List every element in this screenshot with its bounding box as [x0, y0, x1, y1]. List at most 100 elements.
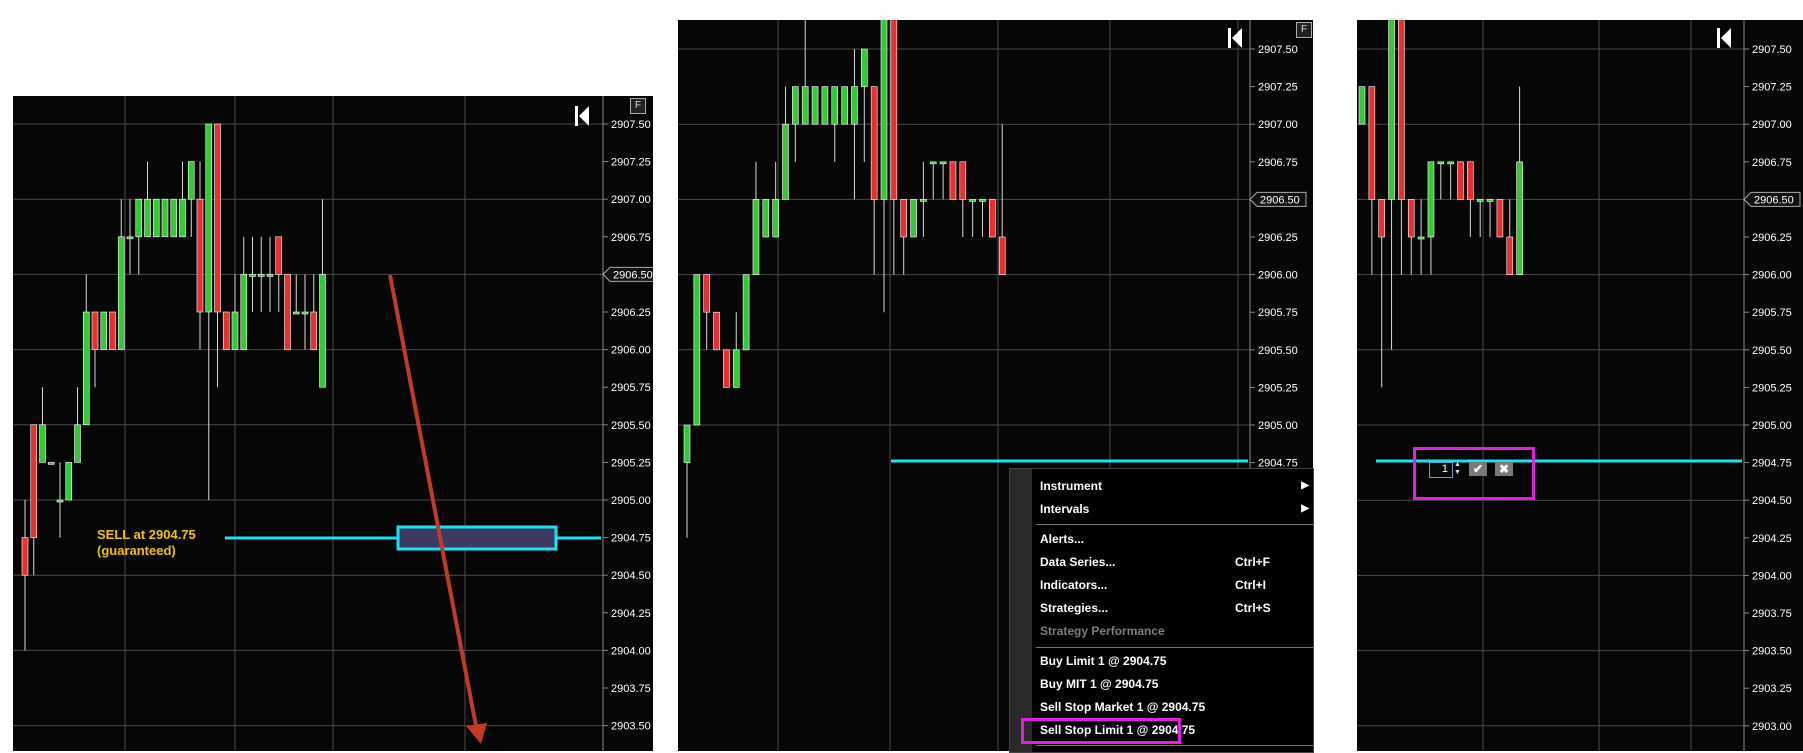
skip-to-start-icon — [1228, 28, 1242, 48]
candle-bullish — [811, 86, 819, 125]
price-axis-label: 2903.50 — [611, 721, 651, 733]
candle-bullish — [762, 199, 770, 238]
candle-bullish — [319, 274, 326, 388]
candle-bearish — [30, 424, 38, 538]
menu-icon-strip — [1010, 469, 1032, 752]
menu-item-data-series[interactable]: Data Series... Ctrl+F — [1040, 552, 1313, 572]
price-axis-label: 2903.50 — [1752, 646, 1792, 658]
annotation-line-1: SELL at 2904.75 — [97, 527, 196, 542]
chart-panel-left[interactable]: 2907.50 2907.25 2907.00 2906.75 2906.50 2906.… — [13, 96, 653, 751]
price-axis-label: 2907.25 — [1258, 82, 1298, 94]
price-axis-label: 2906.75 — [1752, 157, 1792, 169]
chart-panel-right[interactable]: 2907.50 2907.25 2907.00 2906.75 2906.50 2906.… — [1357, 20, 1803, 751]
price-axis-label: 2906.75 — [611, 232, 651, 244]
price-axis-label: 2905.00 — [1752, 420, 1792, 432]
menu-item-sell-stop-market[interactable]: Sell Stop Market 1 @ 2904.75 — [1040, 697, 1313, 717]
price-axis-label: 2904.25 — [1752, 533, 1792, 545]
price-axis-label: 2906.00 — [611, 345, 651, 357]
candle-bearish — [1407, 199, 1415, 238]
price-axis-label: 2905.75 — [611, 382, 651, 394]
candle-bullish — [772, 199, 779, 238]
price-axis-label: 2905.00 — [1258, 420, 1298, 432]
menu-item-buy-limit[interactable]: Buy Limit 1 @ 2904.75 — [1040, 651, 1313, 671]
f-button-icon[interactable]: F — [630, 98, 646, 114]
candle-bearish — [1496, 199, 1504, 238]
down-arrow-head — [466, 723, 487, 744]
candle-bullish — [117, 236, 125, 350]
price-axis-label: 2907.50 — [1752, 44, 1792, 56]
price-axis-label: 2905.75 — [1258, 307, 1298, 319]
price-chart[interactable]: 2907.50 2907.25 2907.00 2906.75 2906.50 2906.… — [1357, 20, 1803, 751]
menu-separator — [1036, 524, 1313, 525]
price-axis-label: 2907.50 — [611, 119, 651, 131]
candle-bearish — [1506, 236, 1514, 275]
candle-bearish — [275, 236, 283, 275]
candle-bullish — [1437, 161, 1445, 165]
candle-bullish — [170, 198, 178, 238]
candle-bearish — [21, 537, 29, 576]
menu-item-alerts[interactable]: Alerts... — [1040, 529, 1313, 549]
candle-bullish — [205, 123, 213, 313]
price-chart[interactable]: 2907.50 2907.25 2907.00 2906.75 2906.50 2906.… — [13, 96, 653, 751]
candle-bullish — [841, 86, 848, 125]
skip-to-start-icon — [575, 106, 589, 126]
menu-item-buy-mit[interactable]: Buy MIT 1 @ 2904.75 — [1040, 674, 1313, 694]
candle-bearish — [959, 161, 967, 200]
candle-bullish — [231, 311, 239, 350]
candle-bullish — [782, 123, 789, 200]
price-axis-label: 2903.00 — [1752, 721, 1792, 733]
skip-triangle — [579, 106, 589, 126]
candle-bullish — [161, 198, 169, 238]
candle-bullish — [683, 424, 691, 463]
price-axis-label: 2907.25 — [1752, 82, 1792, 94]
candle-bullish — [39, 424, 46, 463]
candle-bullish — [732, 349, 740, 388]
skip-to-start-icon — [1717, 28, 1731, 48]
candle-bullish — [47, 462, 55, 465]
skip-triangle — [1232, 28, 1242, 48]
candle-bullish — [152, 198, 160, 238]
candle-bullish — [266, 274, 274, 277]
price-axis-label: 2905.25 — [611, 457, 651, 469]
candle-bullish — [801, 86, 809, 125]
price-axis-label: 2907.50 — [1258, 44, 1298, 56]
candle-bullish — [82, 311, 90, 426]
candle-bullish — [240, 274, 248, 350]
price-axis-label: 2904.00 — [1752, 570, 1792, 582]
price-axis-label: 2903.25 — [1752, 683, 1792, 695]
menu-item-instrument[interactable]: Instrument ▶ — [1040, 476, 1313, 496]
candle-bullish — [861, 48, 868, 87]
candle-bullish — [301, 311, 309, 315]
candle-bearish — [870, 86, 878, 200]
candle-bullish — [1417, 236, 1425, 240]
price-axis-label: 2907.25 — [611, 157, 651, 169]
candle-bearish — [284, 274, 291, 350]
f-button-icon[interactable]: F — [1296, 22, 1312, 38]
candle-bullish — [1427, 161, 1435, 238]
menu-separator — [1036, 647, 1313, 648]
candle-bullish — [1388, 20, 1395, 200]
candle-bearish — [713, 311, 720, 351]
candle-bullish — [880, 20, 888, 200]
price-axis-label: 2904.75 — [611, 533, 651, 545]
candle-bullish — [74, 424, 81, 463]
candle-bearish — [1368, 86, 1376, 200]
candle-bullish — [910, 199, 917, 238]
candle-bullish — [851, 86, 858, 125]
price-axis-label: 2907.00 — [1752, 119, 1792, 131]
candle-bullish — [292, 311, 300, 315]
candle-bullish — [56, 499, 64, 503]
menu-item-strategies[interactable]: Strategies... Ctrl+S — [1040, 598, 1313, 618]
price-axis-label: 2906.75 — [1258, 157, 1298, 169]
candle-bullish — [979, 199, 986, 202]
price-axis-label: 2904.75 — [1752, 458, 1792, 470]
menu-item-indicators[interactable]: Indicators... Ctrl+I — [1040, 575, 1313, 595]
price-axis-label: 2906.25 — [611, 307, 651, 319]
candle-bullish — [144, 198, 151, 238]
price-axis-label: 2905.25 — [1258, 382, 1298, 394]
price-axis-label: 2905.50 — [1258, 345, 1298, 357]
candle-bullish — [257, 274, 265, 277]
menu-item-intervals[interactable]: Intervals ▶ — [1040, 499, 1313, 519]
candle-bearish — [109, 311, 116, 350]
candle-bearish — [998, 236, 1006, 275]
